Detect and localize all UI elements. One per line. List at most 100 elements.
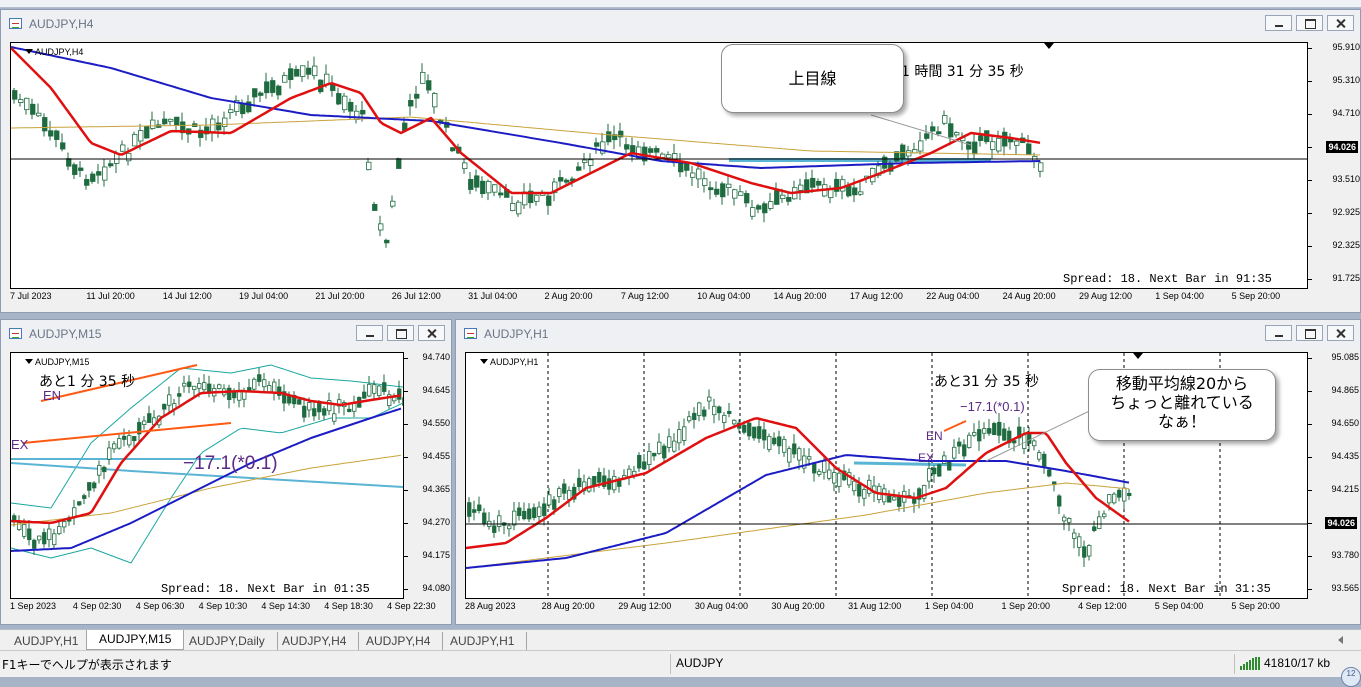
time-label: 31 Aug 12:00	[848, 601, 902, 611]
candle-body	[654, 148, 660, 153]
maximize-icon[interactable]	[1296, 325, 1323, 341]
candle-body	[332, 413, 337, 422]
candle-body	[517, 507, 522, 517]
candle-body	[264, 81, 270, 94]
candle-body	[414, 93, 420, 99]
tab-audjpy-h4[interactable]: AUDJPY,H4	[270, 632, 360, 650]
candle-body	[144, 125, 150, 139]
candle-body	[312, 408, 317, 417]
candle-body	[837, 472, 842, 487]
chart-shift-marker	[1044, 43, 1054, 49]
bar-timer: 1 時間 31 分 35 秒	[901, 64, 1024, 80]
price-label: 94.710	[1332, 108, 1360, 118]
candle-body	[207, 383, 212, 392]
candle-body	[558, 177, 564, 182]
price-chart	[11, 43, 1307, 248]
candle-body	[666, 154, 672, 159]
candle-body	[92, 482, 97, 489]
tab-audjpy-m15[interactable]: AUDJPY,M15	[86, 630, 185, 650]
candle-body	[378, 223, 384, 231]
time-label: 4 Sep 06:30	[135, 601, 185, 611]
candle-body	[472, 509, 477, 513]
candle-body	[936, 131, 942, 135]
maximize-icon[interactable]	[1296, 15, 1323, 31]
candle-body	[12, 90, 18, 100]
close-icon[interactable]	[418, 325, 445, 341]
candle-body	[138, 130, 144, 142]
tab-audjpy-h1[interactable]: AUDJPY,H1	[438, 632, 528, 650]
tab-audjpy-h4[interactable]: AUDJPY,H4	[354, 632, 444, 650]
connection-status[interactable]: 41810/17 kb	[1240, 656, 1330, 670]
candle-body	[360, 109, 366, 115]
tab-scroll-left-icon[interactable]	[1338, 636, 1343, 644]
chart-window-m15[interactable]: AUDJPY,M15 AUDJPY,M15 あと1 分 35 秒 EN EX −…	[0, 319, 452, 625]
candle-body	[252, 378, 257, 390]
candle-body	[948, 123, 954, 138]
candle-body	[757, 426, 762, 439]
candle-body	[497, 515, 502, 527]
candle-body	[606, 131, 612, 143]
candle-body	[742, 424, 747, 433]
axis-tick	[1308, 490, 1312, 491]
close-icon[interactable]	[1327, 15, 1354, 31]
candle-body	[288, 68, 294, 81]
window-titlebar[interactable]: AUDJPY,H4	[1, 10, 1360, 38]
axis-tick	[1308, 246, 1312, 247]
price-label: 91.725	[1332, 273, 1360, 283]
candle-body	[1042, 453, 1047, 467]
candle-body	[966, 141, 972, 150]
candle-body	[846, 185, 852, 197]
tab-audjpy-h1[interactable]: AUDJPY,H1	[2, 632, 92, 650]
candle-body	[832, 472, 837, 484]
minimize-icon[interactable]	[1265, 15, 1292, 31]
candle-body	[727, 410, 732, 414]
chart-plot-area[interactable]: AUDJPY,H4 1 時間 31 分 35 秒 Spread: 18. Nex…	[10, 42, 1308, 289]
chart-window-h1[interactable]: AUDJPY,H1 AUDJPY,H1 あと31 分 35 秒 −17.1(*0…	[455, 319, 1361, 625]
candle-body	[112, 443, 117, 450]
candle-body	[168, 118, 174, 122]
top-toolbar-strip	[0, 0, 1361, 8]
candle-body	[322, 408, 327, 416]
time-label: 7 Jul 2023	[10, 291, 52, 301]
candle-body	[587, 478, 592, 492]
window-titlebar[interactable]: AUDJPY,M15	[1, 320, 451, 348]
axis-tick	[404, 457, 408, 458]
candle-body	[167, 394, 172, 406]
axis-tick	[1308, 391, 1312, 392]
candle-body	[677, 429, 682, 444]
tab-audjpy-daily[interactable]: AUDJPY,Daily	[177, 632, 278, 650]
chart-window-h4[interactable]: AUDJPY,H4 AUDJPY,H4 1 時間 31 分 35 秒 Sprea…	[0, 9, 1361, 313]
chart-plot-area[interactable]: AUDJPY,M15 あと1 分 35 秒 EN EX −17.1(*0.1) …	[10, 352, 404, 599]
candle-body	[82, 495, 87, 499]
candle-body	[57, 526, 62, 535]
time-label: 1 Sep 04:00	[924, 601, 974, 611]
candle-body	[962, 444, 967, 457]
minimize-icon[interactable]	[1265, 325, 1292, 341]
candle-body	[900, 144, 906, 159]
candle-body	[516, 201, 522, 215]
candle-body	[787, 448, 792, 463]
price-label: 94.270	[422, 517, 450, 527]
maximize-icon[interactable]	[387, 325, 414, 341]
candle-body	[774, 190, 780, 205]
time-label: 26 Jul 12:00	[391, 291, 441, 301]
candle-body	[892, 496, 897, 501]
candle-body	[906, 150, 912, 157]
window-titlebar[interactable]: AUDJPY,H1	[456, 320, 1360, 348]
axis-tick	[404, 589, 408, 590]
minimize-icon[interactable]	[356, 325, 383, 341]
axis-tick	[1308, 114, 1312, 115]
candle-body	[522, 510, 527, 520]
close-icon[interactable]	[1327, 325, 1354, 341]
candle-body	[132, 436, 137, 441]
candle-body	[662, 445, 667, 459]
candle-body	[527, 508, 532, 520]
candle-body	[177, 393, 182, 397]
candle-body	[594, 142, 600, 147]
price-label: 94.455	[422, 451, 450, 461]
candle-body	[108, 163, 114, 167]
callout-line: ちょっと離れている	[1110, 393, 1254, 412]
candle-body	[918, 140, 924, 152]
candle-body	[537, 506, 542, 517]
time-label: 10 Aug 04:00	[697, 291, 751, 301]
